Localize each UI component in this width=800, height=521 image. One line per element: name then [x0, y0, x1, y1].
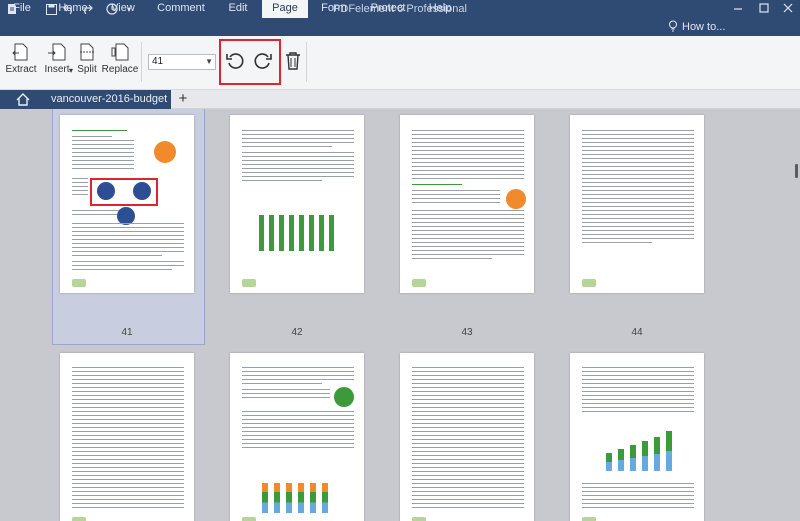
menu-view[interactable]: View [102, 0, 144, 18]
rotate-clockwise-icon [254, 53, 272, 69]
bar-chart [255, 199, 339, 255]
chevron-down-icon: ▼ [205, 57, 213, 66]
how-to-link[interactable]: How to... [668, 18, 725, 36]
ribbon-separator [306, 42, 307, 82]
page-thumbnail[interactable] [570, 115, 704, 293]
page-number-value: 41 [152, 56, 164, 67]
footer-logo [412, 279, 426, 287]
footer-logo [582, 279, 596, 287]
menu-edit[interactable]: Edit [220, 0, 256, 18]
delete-page-button[interactable] [282, 50, 304, 72]
page-thumbnail[interactable] [400, 115, 534, 293]
home-icon [16, 93, 29, 106]
menu-home[interactable]: Home [50, 0, 96, 18]
footer-logo [72, 279, 86, 287]
menu-form[interactable]: Form [314, 0, 354, 18]
title-bar: PDFelement 6 Professional ▾ File Home Vi… [0, 0, 800, 36]
lightbulb-icon [668, 20, 678, 35]
page-number-label: 42 [291, 327, 303, 338]
stacked-bar-chart [258, 471, 338, 517]
stacked-bar-chart [602, 427, 682, 475]
rotate-counterclockwise-button[interactable] [224, 50, 246, 72]
split-icon [80, 43, 94, 61]
rotate-counterclockwise-icon [226, 53, 244, 69]
page-thumbnail[interactable] [230, 353, 364, 521]
footer-logo [242, 279, 256, 287]
extract-icon [12, 43, 28, 61]
page-thumbnail[interactable] [60, 115, 194, 293]
page-number-label: 44 [631, 327, 643, 338]
chart-icon [506, 189, 526, 209]
menu-page[interactable]: Page [262, 0, 308, 18]
maximize-icon[interactable] [752, 0, 776, 16]
minimize-icon[interactable] [726, 0, 750, 16]
insert-icon [48, 43, 66, 61]
rotate-clockwise-button[interactable] [252, 50, 274, 72]
close-icon[interactable] [776, 0, 800, 16]
menu-help[interactable]: Help [422, 0, 458, 18]
page-number-label: 43 [461, 327, 473, 338]
replace-icon [111, 43, 129, 61]
page-thumbnail-area: 41 42 43 44 [0, 109, 800, 521]
home-tab[interactable] [0, 90, 45, 109]
vertical-scrollbar[interactable] [792, 109, 800, 521]
rotate-counterclockwise-icon [97, 182, 115, 200]
tree-icon [334, 387, 354, 407]
extract-button[interactable]: Extract [5, 42, 37, 86]
footer-logo [72, 517, 86, 521]
menu-file[interactable]: File [0, 0, 44, 18]
menu-comment[interactable]: Comment [150, 0, 212, 18]
page-thumbnail[interactable] [60, 353, 194, 521]
trash-icon [286, 52, 300, 70]
split-button[interactable]: Split [74, 42, 100, 86]
scrollbar-thumb[interactable] [795, 164, 798, 178]
page-number-select[interactable]: 41 ▼ [148, 54, 216, 70]
footer-logo [412, 517, 426, 521]
footer-logo [242, 517, 256, 521]
how-to-label: How to... [682, 21, 726, 33]
page-thumbnail[interactable] [230, 115, 364, 293]
extract-label: Extract [5, 64, 37, 75]
document-tab[interactable]: vancouver-2016-budget [45, 90, 171, 109]
page-thumbnail[interactable] [570, 353, 704, 521]
rotate-clockwise-icon [133, 182, 151, 200]
split-label: Split [77, 64, 97, 75]
replace-button[interactable]: Replace [101, 42, 139, 86]
page-thumbnail[interactable] [400, 353, 534, 521]
share-icon [154, 141, 176, 163]
footer-logo [582, 517, 596, 521]
add-tab-button[interactable]: + [176, 90, 190, 109]
ribbon-separator [141, 42, 142, 82]
menu-protect[interactable]: Protect [362, 0, 414, 18]
page-number-label: 41 [121, 327, 133, 338]
document-tab-bar: vancouver-2016-budget + [0, 90, 800, 109]
replace-label: Replace [101, 64, 139, 75]
